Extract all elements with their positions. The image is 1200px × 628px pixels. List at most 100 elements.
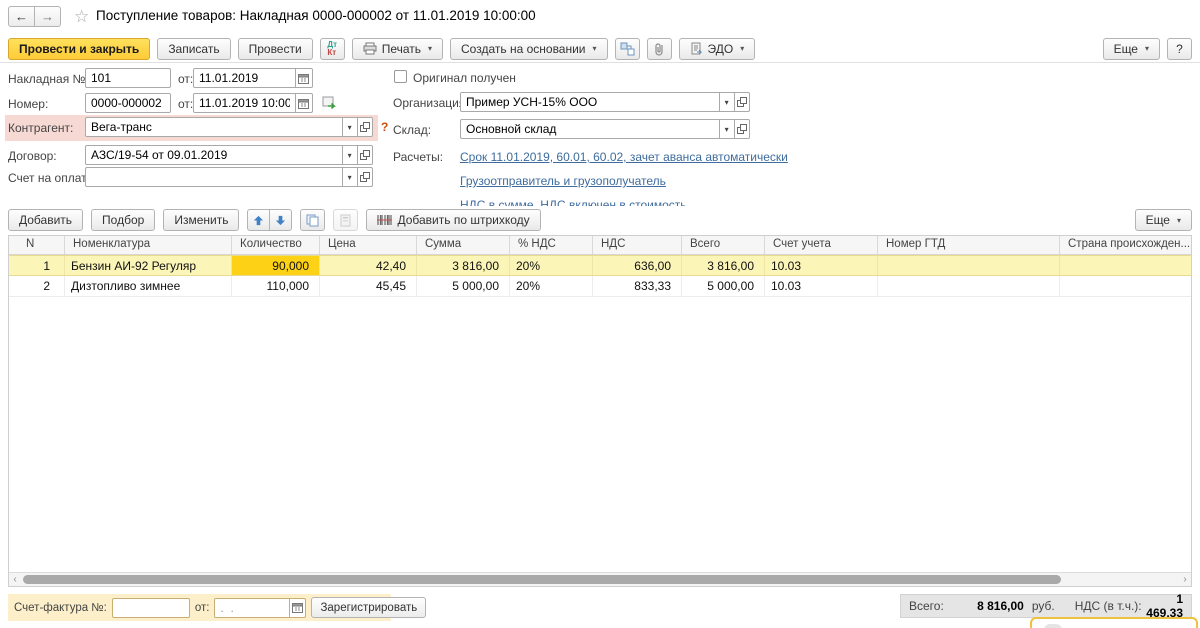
chevron-down-icon: ▾: [740, 44, 744, 53]
cell-sum[interactable]: 5 000,00: [417, 276, 510, 296]
number-date-input[interactable]: [193, 93, 296, 113]
invoice-date-footer-input[interactable]: [214, 598, 290, 618]
counterparty-hint-icon[interactable]: ?: [381, 120, 388, 134]
calendar-icon[interactable]: [295, 93, 313, 113]
document-header-form: Накладная №: от: Номер: от: Контрагент: …: [0, 66, 1200, 206]
col-header-vat-rate[interactable]: % НДС: [510, 236, 593, 254]
cell-country[interactable]: [1060, 276, 1191, 296]
cell-price[interactable]: 42,40: [320, 256, 417, 275]
cell-account[interactable]: 10.03: [765, 256, 878, 275]
save-button[interactable]: Записать: [157, 38, 230, 60]
payment-invoice-input[interactable]: [85, 167, 343, 187]
cell-sum[interactable]: 3 816,00: [417, 256, 510, 275]
cell-qty-active[interactable]: 90,000: [232, 256, 320, 275]
cell-gtd[interactable]: [878, 276, 1060, 296]
pick-button[interactable]: Подбор: [91, 209, 155, 231]
add-row-button[interactable]: Добавить: [8, 209, 83, 231]
move-down-button[interactable]: [269, 209, 292, 231]
col-header-vat[interactable]: НДС: [593, 236, 682, 254]
payment-invoice-label: Счет на оплату:: [8, 171, 96, 185]
create-based-on-button[interactable]: Создать на основании ▾: [450, 38, 608, 60]
arrow-up-icon: [253, 215, 264, 226]
paste-row-button[interactable]: [333, 209, 358, 231]
contract-input[interactable]: [85, 145, 343, 165]
set-current-date-icon[interactable]: [322, 95, 337, 109]
contract-dropdown-icon[interactable]: ▾: [342, 145, 358, 165]
edo-button[interactable]: ЭДО ▾: [679, 38, 756, 60]
cell-vat-rate[interactable]: 20%: [510, 276, 593, 296]
post-and-close-button[interactable]: Провести и закрыть: [8, 38, 150, 60]
invoice-no-input[interactable]: [85, 68, 171, 88]
scrollbar-thumb[interactable]: [23, 575, 1061, 584]
items-more-button[interactable]: Еще ▾: [1135, 209, 1192, 231]
cell-gtd[interactable]: [878, 256, 1060, 275]
col-header-gtd[interactable]: Номер ГТД: [878, 236, 1060, 254]
invoice-from-label: от:: [195, 602, 210, 614]
main-toolbar: Провести и закрыть Записать Провести ДтК…: [0, 35, 1200, 63]
cell-country[interactable]: [1060, 256, 1191, 275]
original-received-checkbox[interactable]: [394, 70, 407, 83]
consignor-link[interactable]: Грузоотправитель и грузополучатель: [460, 174, 666, 188]
warehouse-input[interactable]: [460, 119, 720, 139]
calendar-icon[interactable]: [295, 68, 313, 88]
cell-nomenclature[interactable]: Дизтопливо зимнее: [65, 276, 232, 296]
cell-vat[interactable]: 833,33: [593, 276, 682, 296]
chevron-down-icon: ▾: [593, 44, 597, 53]
counterparty-dropdown-icon[interactable]: ▾: [342, 117, 358, 137]
attachments-button[interactable]: [647, 38, 672, 60]
forward-icon[interactable]: →: [34, 6, 61, 27]
invoice-date-input[interactable]: [193, 68, 296, 88]
col-header-country[interactable]: Страна происхожден...: [1060, 236, 1191, 254]
help-button[interactable]: ?: [1167, 38, 1192, 60]
cell-nomenclature[interactable]: Бензин АИ-92 Регуляр: [65, 256, 232, 275]
cell-n[interactable]: 2: [9, 276, 65, 296]
scroll-right-icon[interactable]: ›: [1179, 573, 1191, 586]
counterparty-open-icon[interactable]: [357, 117, 373, 137]
col-header-price[interactable]: Цена: [320, 236, 417, 254]
counterparty-input[interactable]: [85, 117, 343, 137]
chevron-down-icon: ▾: [1145, 44, 1149, 53]
cell-total[interactable]: 3 816,00: [682, 256, 765, 275]
organization-input[interactable]: [460, 92, 720, 112]
col-header-n[interactable]: N: [9, 236, 65, 254]
table-row[interactable]: 1 Бензин АИ-92 Регуляр 90,000 42,40 3 81…: [9, 255, 1191, 276]
organization-open-icon[interactable]: [734, 92, 750, 112]
payment-invoice-open-icon[interactable]: [357, 167, 373, 187]
add-by-barcode-button[interactable]: Добавить по штрихкоду: [366, 209, 540, 231]
back-icon[interactable]: ←: [8, 6, 35, 27]
organization-dropdown-icon[interactable]: ▾: [719, 92, 735, 112]
col-header-sum[interactable]: Сумма: [417, 236, 510, 254]
print-button[interactable]: Печать ▾: [352, 38, 443, 60]
settlements-link[interactable]: Срок 11.01.2019, 60.01, 60.02, зачет ава…: [460, 150, 788, 164]
horizontal-scrollbar[interactable]: ‹ ›: [9, 572, 1191, 586]
register-invoice-button[interactable]: Зарегистрировать: [311, 597, 426, 618]
cell-account[interactable]: 10.03: [765, 276, 878, 296]
copy-row-button[interactable]: [300, 209, 325, 231]
scroll-left-icon[interactable]: ‹: [9, 573, 21, 586]
invoice-number-input[interactable]: [112, 598, 190, 618]
cell-total[interactable]: 5 000,00: [682, 276, 765, 296]
edit-button[interactable]: Изменить: [163, 209, 239, 231]
col-header-nomenclature[interactable]: Номенклатура: [65, 236, 232, 254]
related-documents-button[interactable]: [615, 38, 640, 60]
cell-price[interactable]: 45,45: [320, 276, 417, 296]
col-header-account[interactable]: Счет учета: [765, 236, 878, 254]
cell-n[interactable]: 1: [9, 256, 65, 275]
payment-invoice-dropdown-icon[interactable]: ▾: [342, 167, 358, 187]
calendar-icon[interactable]: [289, 598, 306, 618]
cell-vat-rate[interactable]: 20%: [510, 256, 593, 275]
number-input[interactable]: [85, 93, 171, 113]
col-header-qty[interactable]: Количество: [232, 236, 320, 254]
warehouse-open-icon[interactable]: [734, 119, 750, 139]
post-button[interactable]: Провести: [238, 38, 313, 60]
cell-vat[interactable]: 636,00: [593, 256, 682, 275]
more-button[interactable]: Еще ▾: [1103, 38, 1160, 60]
cell-qty[interactable]: 110,000: [232, 276, 320, 296]
debit-credit-button[interactable]: ДтКт: [320, 38, 345, 60]
contract-open-icon[interactable]: [357, 145, 373, 165]
col-header-total[interactable]: Всего: [682, 236, 765, 254]
favorite-star-icon[interactable]: ☆: [74, 7, 89, 27]
warehouse-dropdown-icon[interactable]: ▾: [719, 119, 735, 139]
table-row[interactable]: 2 Дизтопливо зимнее 110,000 45,45 5 000,…: [9, 276, 1191, 297]
move-up-button[interactable]: [247, 209, 270, 231]
